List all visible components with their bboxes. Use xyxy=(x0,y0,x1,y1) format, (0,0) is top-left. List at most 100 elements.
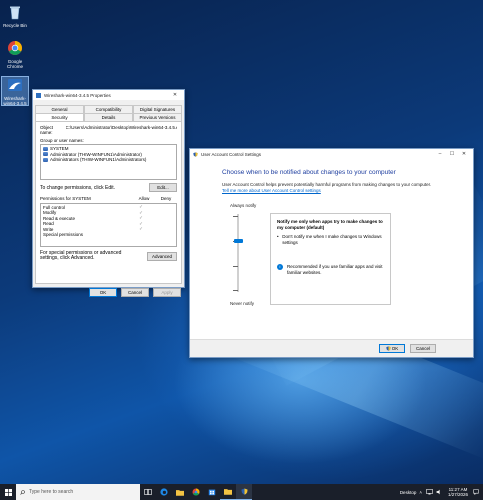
special-permissions-text: For special permissions or advanced sett… xyxy=(40,249,122,261)
shield-icon xyxy=(240,488,248,495)
tab-digital-signatures[interactable]: Digital Signatures xyxy=(133,105,182,113)
info-title: Notify me only when apps try to make cha… xyxy=(277,219,383,230)
cancel-button[interactable]: Cancel xyxy=(410,344,436,353)
list-item[interactable]: Administrators (THIW-WINFUN1\Administrat… xyxy=(43,157,174,163)
info-icon: i xyxy=(277,264,283,270)
taskbar-app-store[interactable] xyxy=(204,484,220,500)
task-view-button[interactable] xyxy=(140,484,156,500)
recycle-bin-icon xyxy=(10,6,20,20)
group-list[interactable]: SYSTEM Administrator (THIW-WINFUN1\Admin… xyxy=(40,144,177,180)
permission-name: Read & execute xyxy=(43,215,76,221)
shield-icon xyxy=(386,346,391,351)
slider-thumb[interactable] xyxy=(234,239,243,243)
tab-previous-versions[interactable]: Previous Versions xyxy=(133,113,182,121)
maximize-icon[interactable]: ☐ xyxy=(446,151,458,157)
desktop-icon-google-chrome[interactable]: Google Chrome xyxy=(1,40,29,69)
uac-footer: OK Cancel xyxy=(190,339,473,357)
group-label-text: Group or user names: xyxy=(40,138,84,143)
uac-heading: Choose when to be notified about changes… xyxy=(222,169,396,176)
tab-security[interactable]: Security xyxy=(35,113,84,121)
advanced-button[interactable]: Advanced xyxy=(147,251,177,261)
group-label: Group or user names: xyxy=(40,138,177,143)
slider-tick xyxy=(233,290,238,291)
search-placeholder: Type here to search xyxy=(29,489,74,495)
edit-row: To change permissions, click Edit. Edit.… xyxy=(40,183,177,192)
group-name: Administrator (THIW-WINFUN1\Administrato… xyxy=(50,151,142,157)
desktop-icon-label: Wireshark-win64-3.4.5 xyxy=(3,96,27,106)
tab-details[interactable]: Details xyxy=(84,113,133,121)
edge-icon xyxy=(160,488,168,496)
search-icon xyxy=(20,489,25,495)
chrome-icon xyxy=(8,41,22,55)
users-icon xyxy=(43,157,48,162)
taskbar-app-edge[interactable] xyxy=(156,484,172,500)
tabs-row-bottom: Security Details Previous Versions xyxy=(33,113,184,121)
desktop-toolbar-label[interactable]: Desktop xyxy=(400,490,417,495)
folder-icon xyxy=(224,489,232,495)
taskbar-search-box[interactable]: Type here to search xyxy=(16,484,140,500)
start-button[interactable] xyxy=(0,484,16,500)
never-notify-label: Never notify xyxy=(230,301,255,306)
store-icon xyxy=(208,489,216,496)
ok-button-label: OK xyxy=(391,345,399,351)
deny-header: Deny xyxy=(160,196,172,202)
taskbar-app-chrome[interactable] xyxy=(188,484,204,500)
object-name-value: C:\Users\Administrator\Desktop\Wireshark… xyxy=(65,125,177,130)
shield-icon xyxy=(193,151,198,157)
tabs-row-top: General Compatibility Digital Signatures xyxy=(33,105,184,113)
taskbar-app-file-explorer[interactable] xyxy=(172,484,188,500)
network-icon[interactable] xyxy=(426,489,433,495)
permission-name: Special permissions xyxy=(43,232,84,238)
info-recommended: i Recommended if you use familiar apps a… xyxy=(277,264,384,276)
ok-button[interactable]: OK xyxy=(379,344,405,353)
dialog-button-row: OK Cancel Apply xyxy=(33,284,184,297)
wireshark-icon xyxy=(36,92,41,98)
uac-learn-more-link[interactable]: Tell me more about User Account Control … xyxy=(222,188,321,193)
advanced-row: For special permissions or advanced sett… xyxy=(40,249,177,262)
minimize-icon[interactable]: – xyxy=(434,151,446,157)
always-notify-label: Always notify xyxy=(230,203,257,208)
allow-check: ✓ xyxy=(139,226,143,232)
clock-date: 1/27/2026 xyxy=(447,492,468,497)
taskbar-app-uac[interactable] xyxy=(236,484,252,500)
permissions-header: Permissions for SYSTEM Allow Deny xyxy=(40,196,177,202)
close-icon[interactable]: ✕ xyxy=(458,151,470,157)
chrome-icon xyxy=(192,488,200,496)
uac-body: Choose when to be notified about changes… xyxy=(190,159,473,357)
tab-general[interactable]: General xyxy=(35,105,84,113)
uac-info-box: Notify me only when apps try to make cha… xyxy=(270,213,391,305)
users-icon xyxy=(43,146,48,151)
close-icon[interactable]: ✕ xyxy=(169,92,181,98)
volume-icon[interactable] xyxy=(436,489,442,495)
folder-icon xyxy=(176,489,184,496)
desktop-icon-label: Recycle Bin xyxy=(3,23,27,28)
uac-description: User Account Control helps prevent poten… xyxy=(222,182,432,187)
system-clock[interactable]: 11:27 AM 1/27/2026 xyxy=(448,487,468,497)
window-title: Wireshark-win64-3.4.5 Properties xyxy=(44,92,111,98)
desktop-icon-recycle-bin[interactable]: Recycle Bin xyxy=(1,4,29,28)
notifications-icon[interactable] xyxy=(473,489,479,495)
permissions-table: Full control ✓ Modify ✓ Read & execute ✓ Re… xyxy=(40,202,177,247)
permissions-for-label: Permissions for SYSTEM xyxy=(40,196,91,202)
properties-titlebar[interactable]: Wireshark-win64-3.4.5 Properties ✕ xyxy=(33,90,184,100)
info-bullet: • Don't notify me when I make changes to… xyxy=(277,234,384,246)
desktop-icon-wireshark[interactable]: Wireshark-win64-3.4.5 xyxy=(1,76,29,106)
system-tray: Desktop ˄ 11:27 AM 1/27/2026 xyxy=(400,484,479,500)
slider-tick xyxy=(233,266,238,267)
group-name: Administrators (THIW-WINFUN1\Administrat… xyxy=(50,157,147,163)
chevron-up-icon[interactable]: ˄ xyxy=(419,490,422,495)
cancel-button[interactable]: Cancel xyxy=(121,288,149,297)
permission-name: Full control xyxy=(43,204,66,210)
allow-header: Allow xyxy=(138,196,150,202)
user-icon xyxy=(43,152,48,157)
security-tab-panel: Object name: C:\Users\Administrator\Desk… xyxy=(35,121,182,284)
ok-button[interactable]: OK xyxy=(89,288,117,297)
apply-button[interactable]: Apply xyxy=(153,288,181,297)
edit-button[interactable]: Edit... xyxy=(149,183,177,192)
table-row: Special permissions xyxy=(43,232,174,238)
windows-logo-icon xyxy=(4,488,12,496)
uac-titlebar[interactable]: User Account Control Settings – ☐ ✕ xyxy=(190,149,473,159)
slider-tick xyxy=(233,216,238,217)
tab-compatibility[interactable]: Compatibility xyxy=(84,105,133,113)
taskbar-app-explorer-window[interactable] xyxy=(220,484,236,500)
